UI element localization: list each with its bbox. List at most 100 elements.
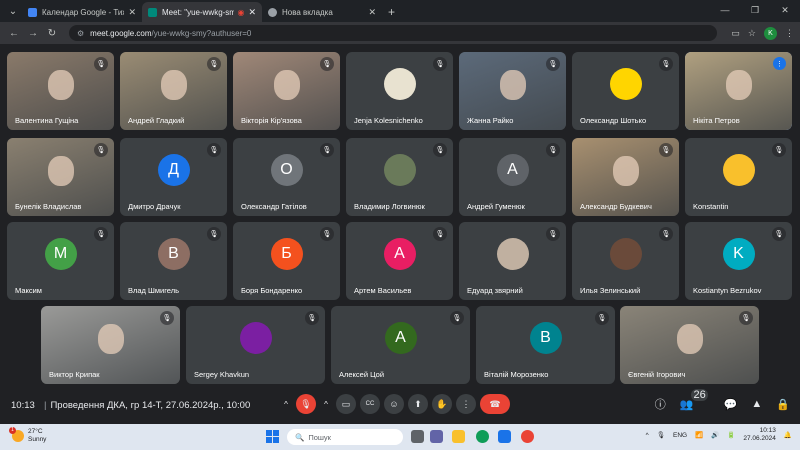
avatar-initial: А — [394, 245, 405, 262]
teams-icon[interactable] — [430, 430, 443, 443]
volume-icon[interactable]: 🔊 — [711, 431, 719, 439]
participant-tile[interactable]: 🎙 Євгеній Ігорович — [620, 306, 759, 384]
participant-tile[interactable]: Д 🎙 Дмитро Драчук — [120, 138, 227, 216]
url-input[interactable]: ⚙ meet.google.com/yue-wwkg-smy?authuser=… — [69, 25, 718, 41]
close-tab-icon[interactable]: ✕ — [248, 7, 256, 18]
participant-tile[interactable]: 🎙 Владимир Логвинюк — [346, 138, 453, 216]
participant-tile[interactable]: 🎙 Андрей Гладкий — [120, 52, 227, 130]
clock[interactable]: 10:13 27.06.2024 — [743, 427, 776, 443]
raise-hand-button[interactable]: ✋ — [432, 394, 452, 414]
audio-options-chevron-icon[interactable]: ^ — [280, 394, 292, 414]
participant-tile[interactable]: 🎙 Илья Зелинський — [572, 222, 679, 300]
task-view-icon[interactable] — [411, 430, 424, 443]
video-options-chevron-icon[interactable]: ^ — [320, 394, 332, 414]
store-icon[interactable] — [498, 430, 511, 443]
camera-in-use-icon[interactable]: ▭ — [731, 28, 740, 39]
minimize-icon[interactable]: — — [710, 0, 740, 22]
battery-icon[interactable]: 🔋 — [727, 431, 735, 439]
avatar-initial: K — [733, 245, 744, 262]
participant-tile[interactable]: В 🎙 Влад Шмигель — [120, 222, 227, 300]
close-window-icon[interactable]: ✕ — [770, 0, 800, 22]
more-options-button[interactable]: ⋮ — [456, 394, 476, 414]
avatar-initial: Б — [281, 245, 292, 262]
file-explorer-icon[interactable] — [452, 430, 465, 443]
participant-avatar — [609, 238, 642, 270]
activities-icon[interactable]: ▲ — [751, 398, 762, 410]
mic-muted-icon: 🎙 — [659, 227, 673, 241]
mic-muted-icon: 🎙 — [320, 57, 334, 71]
participant-silhouette — [676, 324, 703, 354]
participant-tile[interactable]: K 🎙 Kostiantyn Bezrukov — [685, 222, 792, 300]
participant-tile[interactable]: 🎙 Олександр Шотько — [572, 52, 679, 130]
present-screen-button[interactable]: ⬆ — [408, 394, 428, 414]
bookmark-star-icon[interactable]: ☆ — [748, 28, 756, 39]
participant-tile[interactable]: В 🎙 Віталій Морозенко — [476, 306, 615, 384]
participant-avatar: Д — [157, 154, 190, 186]
mic-muted-icon: 🎙 — [450, 311, 464, 325]
tab-calendar[interactable]: Календар Google - Тиждень ... ✕ — [22, 2, 142, 22]
notifications-icon[interactable]: 🔔 — [784, 431, 792, 439]
participant-tile[interactable]: ⋮ Нікіта Петров — [685, 52, 792, 130]
forward-icon[interactable]: → — [25, 28, 41, 39]
microphone-tray-icon[interactable]: 🎙 — [657, 431, 665, 439]
close-tab-icon[interactable]: ✕ — [368, 7, 376, 18]
tab-title: Нова вкладка — [282, 7, 333, 17]
camera-button[interactable]: ▭ — [336, 394, 356, 414]
menu-kebab-icon[interactable]: ⋮ — [785, 28, 794, 39]
participant-tile[interactable]: А 🎙 Андрей Гуменюк — [459, 138, 566, 216]
leave-call-button[interactable]: ☎ — [480, 394, 510, 414]
tab-search-icon[interactable]: ⌄ — [4, 2, 22, 20]
clock-date: 27.06.2024 — [743, 435, 776, 442]
meeting-info-icon[interactable]: ⓘ — [655, 396, 666, 412]
participant-tile[interactable]: 🎙 Валентина Гущіна — [7, 52, 114, 130]
profile-avatar[interactable]: K — [764, 26, 777, 40]
participant-avatar: В — [157, 238, 190, 270]
meeting-title: | Проведення ДКА, гр 14-Т, 27.06.2024р., … — [44, 400, 250, 411]
weather-widget[interactable]: 1 27°C Sunny — [9, 427, 46, 444]
close-tab-icon[interactable]: ✕ — [128, 7, 136, 18]
mic-muted-icon: 🎙 — [546, 227, 560, 241]
participant-tile[interactable]: А 🎙 Артем Васильев — [346, 222, 453, 300]
captions-button[interactable]: CC — [360, 394, 380, 414]
participant-tile[interactable]: Б 🎙 Боря Бондаренко — [233, 222, 340, 300]
participant-name: Андрей Гладкий — [128, 116, 185, 125]
chrome-icon[interactable] — [521, 430, 534, 443]
new-tab-icon[interactable]: + — [388, 5, 395, 19]
participant-tile[interactable]: 🎙 Вікторія Кір'язова — [233, 52, 340, 130]
show-hidden-icons-icon[interactable]: ^ — [646, 432, 649, 439]
chat-icon[interactable]: 💬 — [724, 398, 738, 411]
participant-tile[interactable]: 🎙 Sergey Khavkun — [186, 306, 325, 384]
participant-name: Влад Шмигель — [128, 286, 180, 295]
reload-icon[interactable]: ↻ — [44, 28, 60, 39]
participant-name: Боря Бондаренко — [241, 286, 303, 295]
participant-tile[interactable]: 🎙 Konstantin — [685, 138, 792, 216]
participant-silhouette — [47, 70, 74, 100]
windows-start-icon[interactable] — [266, 430, 279, 443]
emoji-reactions-button[interactable]: ☺ — [384, 394, 404, 414]
participant-avatar: А — [496, 154, 529, 186]
participant-tile[interactable]: М 🎙 Максим — [7, 222, 114, 300]
participant-tile[interactable]: 🎙 Бунелік Владислав — [7, 138, 114, 216]
participant-tile[interactable]: А 🎙 Алексей Цой — [331, 306, 470, 384]
host-controls-icon[interactable]: 🔒 — [776, 398, 790, 411]
site-settings-icon[interactable]: ⚙ — [77, 29, 84, 38]
edge-icon[interactable] — [476, 430, 489, 443]
participant-tile[interactable]: 🎙 Виктор Крипак — [41, 306, 180, 384]
participant-tile[interactable]: 🎙 Jenja Kolesnichenko — [346, 52, 453, 130]
tab-new[interactable]: Нова вкладка ✕ — [262, 2, 382, 22]
participant-name: Sergey Khavkun — [194, 370, 250, 379]
wifi-icon[interactable]: 📶 — [695, 431, 703, 439]
participant-tile[interactable]: 🎙 Александр Будкевич — [572, 138, 679, 216]
participant-tile[interactable]: 🎙 Жанна Райко — [459, 52, 566, 130]
windows-taskbar: 1 27°C Sunny 🔍 Пошук ^ 🎙 ENG 📶 🔊 🔋 10:13 2… — [0, 424, 800, 450]
participant-tile[interactable]: О 🎙 Олександр Гатілов — [233, 138, 340, 216]
language-indicator[interactable]: ENG — [673, 432, 687, 439]
people-icon[interactable]: 👥26 — [680, 388, 710, 411]
maximize-icon[interactable]: ❐ — [740, 0, 770, 22]
participant-tile[interactable]: 🎙 Едуард звярний — [459, 222, 566, 300]
back-icon[interactable]: ← — [6, 28, 22, 39]
mic-off-button[interactable]: 🎙 — [296, 394, 316, 414]
sun-icon: 1 — [9, 427, 24, 442]
tab-meet[interactable]: Meet: "yue-wwkg-smy" ◉ ✕ — [142, 2, 262, 22]
taskbar-search-input[interactable]: 🔍 Пошук — [287, 429, 403, 445]
